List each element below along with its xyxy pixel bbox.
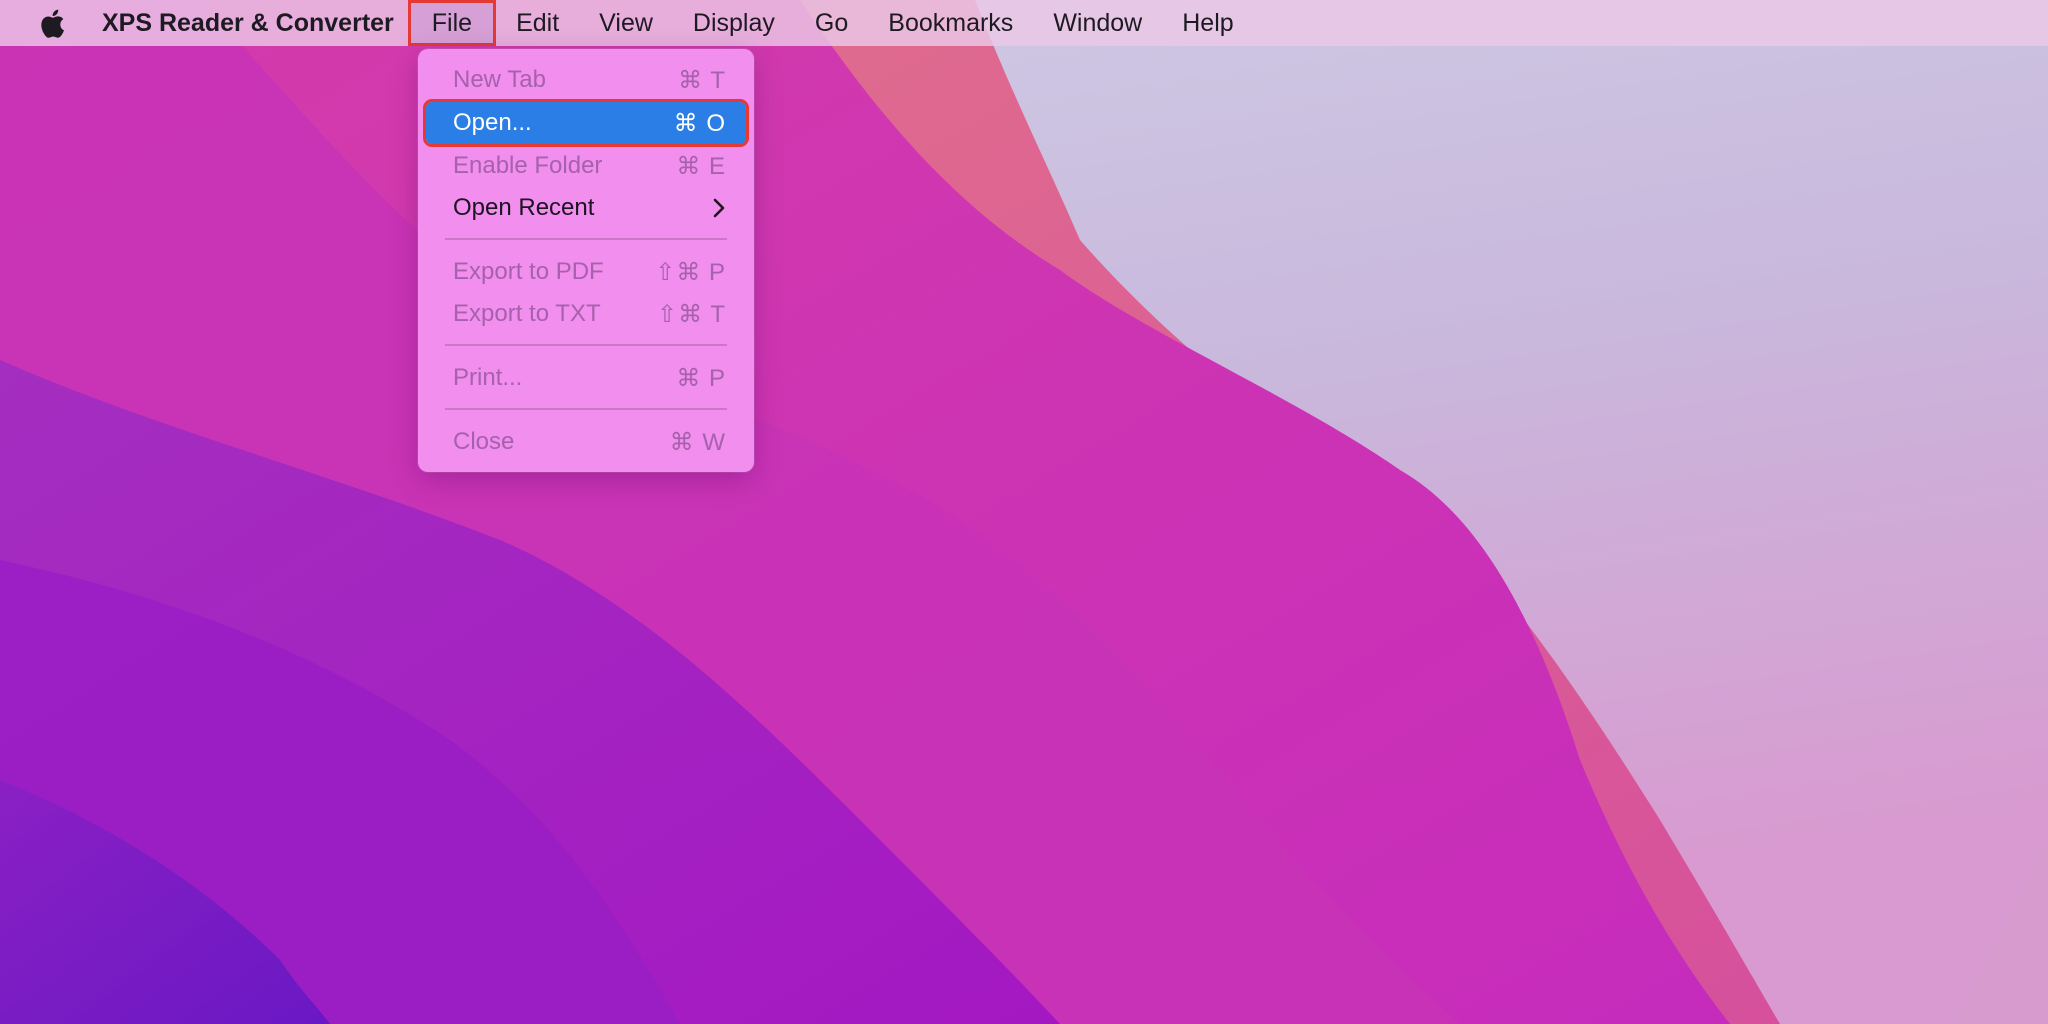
menu-display[interactable]: Display	[673, 0, 795, 46]
menu-edit[interactable]: Edit	[496, 0, 579, 46]
menu-item-label: Print...	[453, 364, 523, 391]
file-menu-dropdown: New Tab ⌘ T Open... ⌘ O Enable Folder ⌘ …	[418, 49, 754, 472]
menu-file[interactable]: File	[407, 0, 497, 46]
wallpaper	[0, 0, 2048, 1024]
menu-item-label: Close	[453, 428, 515, 455]
menu-item-close[interactable]: Close ⌘ W	[426, 421, 746, 463]
menu-bar: XPS Reader & Converter File Edit View Di…	[0, 0, 2048, 46]
menu-go[interactable]: Go	[795, 0, 868, 46]
menu-item-label: Open Recent	[453, 194, 595, 221]
menu-item-label: Export to PDF	[453, 258, 604, 285]
menu-item-print[interactable]: Print... ⌘ P	[426, 357, 746, 399]
shortcut-label: ⇧⌘ T	[656, 300, 726, 328]
shortcut-label: ⌘ T	[678, 66, 726, 94]
menu-item-label: Export to TXT	[453, 300, 601, 327]
shortcut-label: ⌘ W	[669, 428, 726, 456]
menu-item-label: Enable Folder	[453, 152, 603, 179]
menu-item-label: Open...	[453, 109, 532, 136]
menu-separator	[445, 408, 727, 410]
shortcut-label: ⇧⌘ P	[655, 258, 726, 286]
menu-help[interactable]: Help	[1162, 0, 1253, 46]
desktop: XPS Reader & Converter File Edit View Di…	[0, 0, 2048, 1024]
menu-item-enable-folder[interactable]: Enable Folder ⌘ E	[426, 145, 746, 187]
menu-item-open-recent[interactable]: Open Recent	[426, 187, 746, 229]
chevron-right-icon	[712, 197, 726, 219]
shortcut-label: ⌘ P	[676, 364, 726, 392]
apple-logo-icon[interactable]	[34, 0, 70, 46]
menu-item-open[interactable]: Open... ⌘ O	[423, 99, 749, 147]
menu-separator	[445, 344, 727, 346]
menu-item-export-pdf[interactable]: Export to PDF ⇧⌘ P	[426, 251, 746, 293]
app-name[interactable]: XPS Reader & Converter	[102, 0, 394, 46]
menu-view[interactable]: View	[579, 0, 673, 46]
shortcut-label: ⌘ O	[673, 109, 726, 137]
menu-separator	[445, 238, 727, 240]
menu-bookmarks[interactable]: Bookmarks	[868, 0, 1033, 46]
shortcut-label: ⌘ E	[676, 152, 726, 180]
menu-item-export-txt[interactable]: Export to TXT ⇧⌘ T	[426, 293, 746, 335]
menu-window[interactable]: Window	[1033, 0, 1162, 46]
menu-item-new-tab[interactable]: New Tab ⌘ T	[426, 59, 746, 101]
menu-item-label: New Tab	[453, 66, 546, 93]
